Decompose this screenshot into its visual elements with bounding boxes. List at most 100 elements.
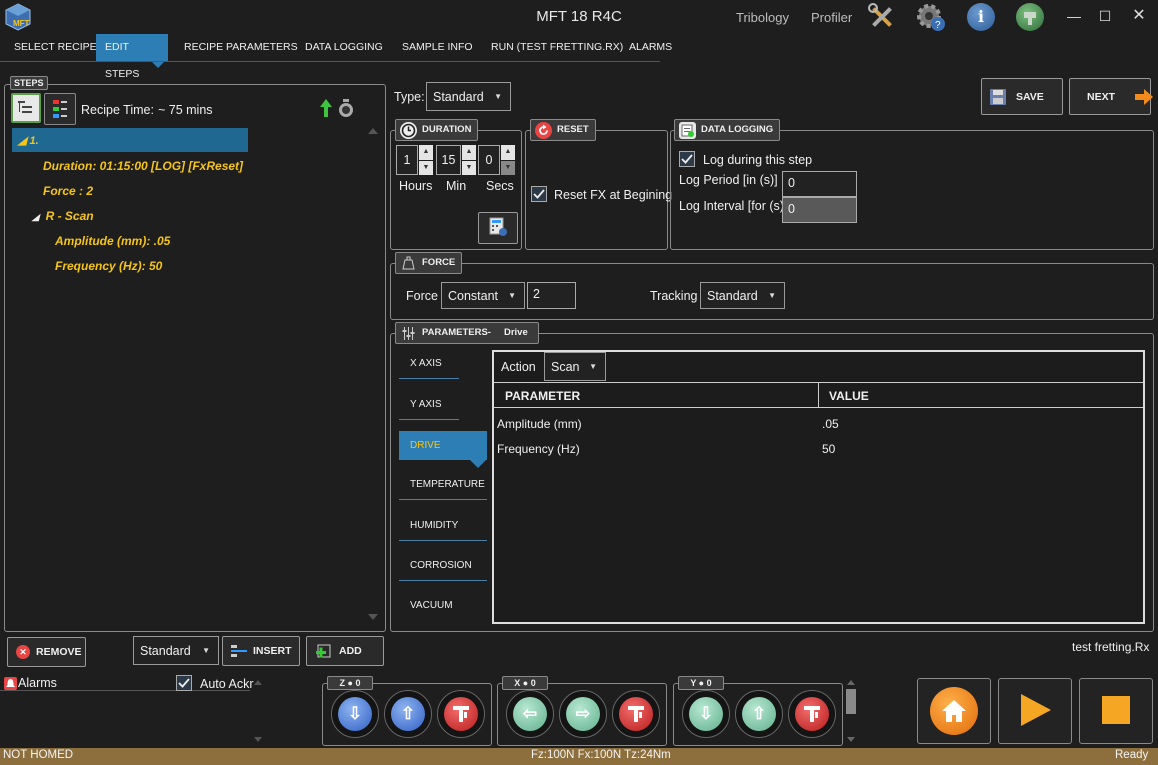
arrow-right-icon [1135, 88, 1154, 105]
table-cell-value[interactable]: .05 [822, 417, 839, 431]
minutes-stepper[interactable]: ▲ ▼ [462, 145, 476, 175]
tree-node-step-1[interactable] [12, 128, 248, 152]
tools-icon[interactable] [866, 2, 898, 32]
move-up-icon[interactable] [320, 99, 332, 117]
table-column-divider [818, 382, 819, 408]
x-home-button[interactable] [612, 690, 660, 738]
list-view-button[interactable] [44, 93, 76, 125]
table-cell-value[interactable]: 50 [822, 442, 835, 456]
hours-stepper[interactable]: ▲ ▼ [419, 145, 433, 175]
menu-data-logging[interactable]: DATA LOGGING [296, 34, 392, 61]
tracking-select[interactable]: Standard ▼ [700, 282, 785, 309]
z-home-button[interactable] [437, 690, 485, 738]
minutes-input[interactable]: 15 [436, 145, 461, 175]
settings-help-icon[interactable]: ? [914, 1, 948, 33]
add-button[interactable]: ADD [306, 636, 384, 666]
y-home-button[interactable] [788, 690, 836, 738]
hours-down-icon[interactable]: ▼ [419, 160, 433, 175]
seconds-input[interactable]: 0 [478, 145, 500, 175]
menu-select-recipe[interactable]: SELECT RECIPE [5, 34, 106, 61]
tab-x-axis[interactable]: X AXIS [399, 349, 459, 379]
menu-edit-steps[interactable]: EDIT STEPS [96, 34, 168, 80]
column-header-value[interactable]: VALUE [829, 389, 869, 403]
timer-icon[interactable] [336, 98, 356, 118]
y-down-button[interactable]: ⇩ [682, 690, 730, 738]
tree-node-frequency[interactable]: Frequency (Hz): 50 [55, 259, 162, 273]
next-button[interactable]: NEXT [1069, 78, 1154, 115]
type-select[interactable]: Standard ▼ [426, 82, 511, 111]
tree-node-force[interactable]: Force : 2 [43, 184, 93, 198]
tracking-label: Tracking [650, 289, 698, 303]
z-up-button[interactable]: ⇧ [384, 690, 432, 738]
menu-sample-info[interactable]: SAMPLE INFO [393, 34, 482, 61]
x-right-button[interactable]: ⇨ [559, 690, 607, 738]
tree-scroll-up[interactable] [368, 128, 378, 134]
tree-node-duration[interactable]: Duration: 01:15:00 [LOG] [FxReset] [43, 159, 243, 173]
tab-vacuum[interactable]: VACUUM [399, 591, 487, 621]
tab-humidity[interactable]: HUMIDITY [399, 511, 487, 541]
jog-scroll-down[interactable] [847, 737, 855, 742]
alarms-scroll-up[interactable] [254, 680, 262, 685]
duration-calculator-button[interactable] [478, 212, 518, 244]
step-mode-select[interactable]: Standard ▼ [133, 636, 219, 665]
minutes-label: Min [446, 179, 467, 193]
tree-view-button[interactable] [11, 93, 41, 123]
reset-fx-checkbox[interactable] [531, 186, 547, 202]
chevron-down-icon: ▼ [589, 362, 597, 371]
action-select[interactable]: Scan ▼ [544, 352, 606, 381]
remove-icon: ✕ [16, 645, 30, 659]
hours-up-icon[interactable]: ▲ [419, 145, 433, 160]
menu-run[interactable]: RUN (TEST FRETTING.RX) [482, 34, 632, 61]
active-menu-pointer [151, 61, 165, 68]
log-interval-input[interactable]: 0 [782, 197, 857, 223]
remove-button[interactable]: ✕ REMOVE [7, 637, 86, 667]
profiler-link[interactable]: Profiler [811, 10, 852, 25]
log-period-input[interactable]: 0 [782, 171, 857, 197]
tree-scroll-down[interactable] [368, 614, 378, 620]
force-value-input[interactable]: 2 [527, 282, 576, 309]
insert-button[interactable]: INSERT [222, 636, 300, 666]
table-cell-parameter[interactable]: Frequency (Hz) [497, 442, 580, 456]
tab-corrosion[interactable]: CORROSION [399, 551, 487, 581]
info-icon[interactable]: i [967, 3, 995, 31]
arrow-up-icon: ⇧ [742, 697, 776, 731]
minimize-button[interactable]: — [1063, 6, 1085, 26]
auto-ack-checkbox[interactable] [176, 675, 192, 691]
stop-button[interactable] [1079, 678, 1153, 744]
play-icon [1017, 692, 1053, 731]
run-button[interactable] [998, 678, 1072, 744]
menu-recipe-parameters[interactable]: RECIPE PARAMETERS [175, 34, 307, 61]
weight-icon [400, 254, 417, 272]
seconds-down-icon[interactable]: ▼ [501, 160, 515, 175]
column-header-parameter[interactable]: PARAMETER [505, 389, 580, 403]
jog-scroll-up[interactable] [847, 680, 855, 685]
seconds-up-icon[interactable]: ▲ [501, 145, 515, 160]
x-left-button[interactable]: ⇦ [506, 690, 554, 738]
tab-drive[interactable]: DRIVE [399, 431, 487, 460]
menu-alarms[interactable]: ALARMS [620, 34, 681, 61]
hours-input[interactable]: 1 [396, 145, 418, 175]
tree-node-amplitude[interactable]: Amplitude (mm): .05 [55, 234, 170, 248]
connection-status-icon[interactable] [1016, 3, 1044, 31]
alarms-scroll-down[interactable] [254, 737, 262, 742]
tab-temperature[interactable]: TEMPERATURE [399, 470, 487, 500]
tab-y-axis[interactable]: Y AXIS [399, 390, 459, 420]
close-button[interactable]: ✕ [1128, 6, 1150, 26]
y-up-button[interactable]: ⇧ [735, 690, 783, 738]
next-button-label: NEXT [1087, 90, 1116, 103]
tribology-link[interactable]: Tribology [736, 10, 789, 25]
z-down-button[interactable]: ⇩ [331, 690, 379, 738]
minutes-up-icon[interactable]: ▲ [462, 145, 476, 160]
maximize-button[interactable]: ☐ [1094, 6, 1116, 26]
tree-node-root[interactable]: ◢ 1. [18, 134, 39, 147]
table-cell-parameter[interactable]: Amplitude (mm) [497, 417, 582, 431]
force-mode-value: Constant [448, 288, 499, 303]
jog-scroll-thumb[interactable] [846, 689, 856, 714]
minutes-down-icon[interactable]: ▼ [462, 160, 476, 175]
save-button[interactable]: SAVE [981, 78, 1063, 115]
force-mode-select[interactable]: Constant ▼ [441, 282, 525, 309]
tree-node-scan[interactable]: ◢ R - Scan [32, 209, 94, 223]
seconds-stepper[interactable]: ▲ ▼ [501, 145, 515, 175]
log-during-step-checkbox[interactable] [679, 151, 695, 167]
home-button[interactable] [917, 678, 991, 744]
